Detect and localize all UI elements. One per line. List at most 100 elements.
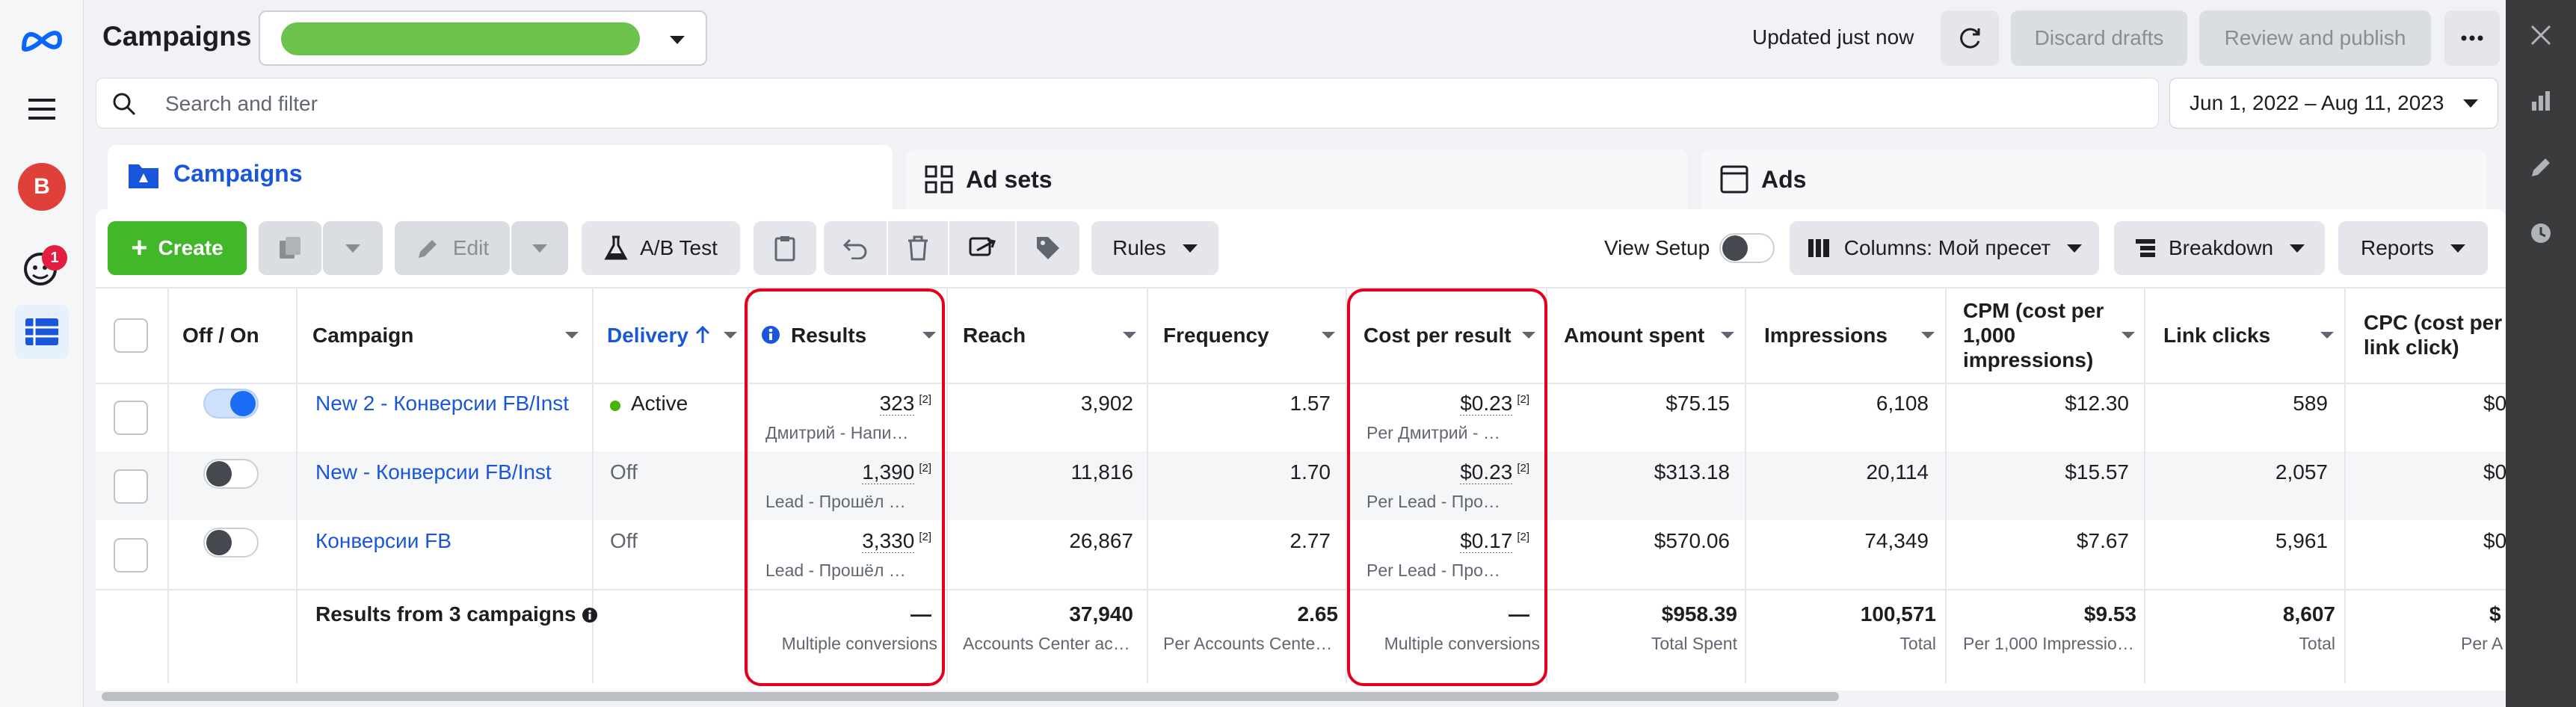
header-delivery[interactable]: Delivery <box>607 287 711 383</box>
reach-value: 3,902 <box>1080 392 1133 415</box>
reports-label: Reports <box>2360 236 2435 259</box>
refresh-button[interactable] <box>1941 10 1999 66</box>
menu-icon[interactable] <box>15 82 69 136</box>
chevron-down-icon <box>2450 244 2466 253</box>
edit-dropdown[interactable] <box>511 221 568 275</box>
col-divider <box>946 287 948 683</box>
search-input[interactable]: Search and filter <box>165 92 318 116</box>
tab-ads[interactable]: Ads <box>1701 149 2486 209</box>
avatar-letter: B <box>18 163 66 211</box>
tab-adsets[interactable]: Ad sets <box>906 149 1688 209</box>
totals-amount: $958.39 <box>1661 602 1737 626</box>
link-clicks-value: 5,961 <box>2275 529 2328 552</box>
col-divider <box>167 287 169 683</box>
cpm-value: $12.30 <box>2065 392 2129 415</box>
page-title: Campaigns <box>102 21 252 52</box>
campaign-toggle[interactable] <box>203 459 259 489</box>
notifications-button[interactable]: 1 <box>15 241 69 294</box>
pencil-icon[interactable] <box>2506 155 2576 179</box>
export-button[interactable] <box>949 221 1015 275</box>
toggle-knob <box>206 461 232 487</box>
header-cpm[interactable]: CPM (cost per 1,000 impressions) <box>1963 287 2127 383</box>
meta-logo-icon[interactable] <box>15 13 69 67</box>
trash-icon <box>908 235 928 261</box>
history-icon[interactable] <box>2506 221 2576 245</box>
breakdown-button[interactable]: Breakdown <box>2114 221 2325 275</box>
col-divider <box>1745 287 1746 683</box>
view-setup-toggle[interactable] <box>1719 233 1775 263</box>
campaign-name-link[interactable]: New 2 - Конверсии FB/Inst <box>315 392 585 416</box>
chevron-down-icon <box>2290 244 2305 253</box>
columns-button[interactable]: Columns: Мой пресет <box>1790 221 2099 275</box>
col-divider <box>2344 287 2346 683</box>
header-delivery-label: Delivery <box>607 323 688 347</box>
search-bar[interactable]: Search and filter <box>96 78 2159 129</box>
chevron-down-icon <box>2463 99 2479 108</box>
edit-button[interactable]: Edit <box>395 221 510 275</box>
rules-button[interactable]: Rules <box>1091 221 1218 275</box>
campaign-name-link[interactable]: New - Конверсии FB/Inst <box>315 460 585 484</box>
breakdown-icon <box>2135 239 2155 257</box>
create-label: Create <box>158 236 224 259</box>
totals-cpc-sub: Per A <box>2461 634 2503 653</box>
campaign-toggle[interactable] <box>203 528 259 558</box>
flask-icon <box>604 235 628 260</box>
header-frequency[interactable]: Frequency <box>1163 287 1269 383</box>
frequency-value: 2.77 <box>1289 529 1331 552</box>
right-side-panel <box>2506 0 2576 707</box>
duplicate-dropdown[interactable] <box>323 221 383 275</box>
header-reach[interactable]: Reach <box>963 287 1026 383</box>
reports-button[interactable]: Reports <box>2338 221 2488 275</box>
toggle-knob <box>1722 235 1748 261</box>
account-avatar[interactable]: B <box>15 160 69 214</box>
chevron-down-icon <box>2067 244 2083 253</box>
totals-impressions-sub: Total <box>1899 634 1936 653</box>
delivery-status: Active <box>631 392 688 415</box>
discard-drafts-button[interactable]: Discard drafts <box>2011 10 2187 66</box>
delete-button[interactable] <box>888 221 948 275</box>
clipboard-button[interactable] <box>754 221 816 275</box>
tab-campaigns[interactable]: Campaigns <box>108 145 893 217</box>
more-options-button[interactable] <box>2444 10 2500 66</box>
ads-manager-table-icon[interactable] <box>15 305 69 359</box>
row-checkbox[interactable] <box>114 538 148 572</box>
header-cpc[interactable]: CPC (cost per link click) <box>2364 287 2506 383</box>
header-campaign[interactable]: Campaign <box>312 287 574 383</box>
ab-test-button[interactable]: A/B Test <box>582 221 740 275</box>
totals-cpm: $9.53 <box>2083 602 2136 626</box>
row-checkbox[interactable] <box>114 401 148 435</box>
ad-account-selector[interactable] <box>259 10 707 66</box>
create-button[interactable]: + Create <box>108 221 247 275</box>
more-icon <box>2461 35 2483 41</box>
header-link-clicks[interactable]: Link clicks <box>2163 287 2270 383</box>
date-range-picker[interactable]: Jun 1, 2022 – Aug 11, 2023 <box>2169 78 2498 129</box>
delivery-status: Off <box>610 460 638 484</box>
campaign-toggle[interactable] <box>203 389 259 419</box>
cpm-value: $7.67 <box>2076 529 2129 552</box>
tab-campaigns-label: Campaigns <box>173 160 303 187</box>
info-icon[interactable] <box>582 607 598 623</box>
horizontal-scrollbar-thumb[interactable] <box>102 692 1839 701</box>
folder-icon <box>129 164 158 188</box>
ab-test-label: A/B Test <box>640 236 718 259</box>
clipboard-icon <box>774 236 795 262</box>
review-publish-button[interactable]: Review and publish <box>2199 10 2431 66</box>
campaign-name-link[interactable]: Конверсии FB <box>315 529 585 553</box>
duplicate-button[interactable] <box>259 221 321 275</box>
tag-button[interactable] <box>1017 221 1079 275</box>
totals-label-text: Results from 3 campaigns <box>315 602 576 626</box>
refresh-icon <box>1960 28 1980 49</box>
header-amount-spent[interactable]: Amount spent <box>1564 287 1704 383</box>
chevron-down-icon <box>345 244 360 253</box>
chart-icon[interactable] <box>2506 90 2576 112</box>
select-all-checkbox[interactable] <box>114 318 148 353</box>
row-checkbox[interactable] <box>114 469 148 504</box>
header-impressions[interactable]: Impressions <box>1764 287 1888 383</box>
undo-button[interactable] <box>824 221 887 275</box>
close-icon[interactable] <box>2506 24 2576 46</box>
cpc-value: $0 <box>2483 529 2506 552</box>
ad-window-icon <box>1720 165 1748 194</box>
edit-label: Edit <box>452 236 490 259</box>
reach-value: 11,816 <box>1070 460 1133 484</box>
duplicate-icon <box>280 237 301 259</box>
